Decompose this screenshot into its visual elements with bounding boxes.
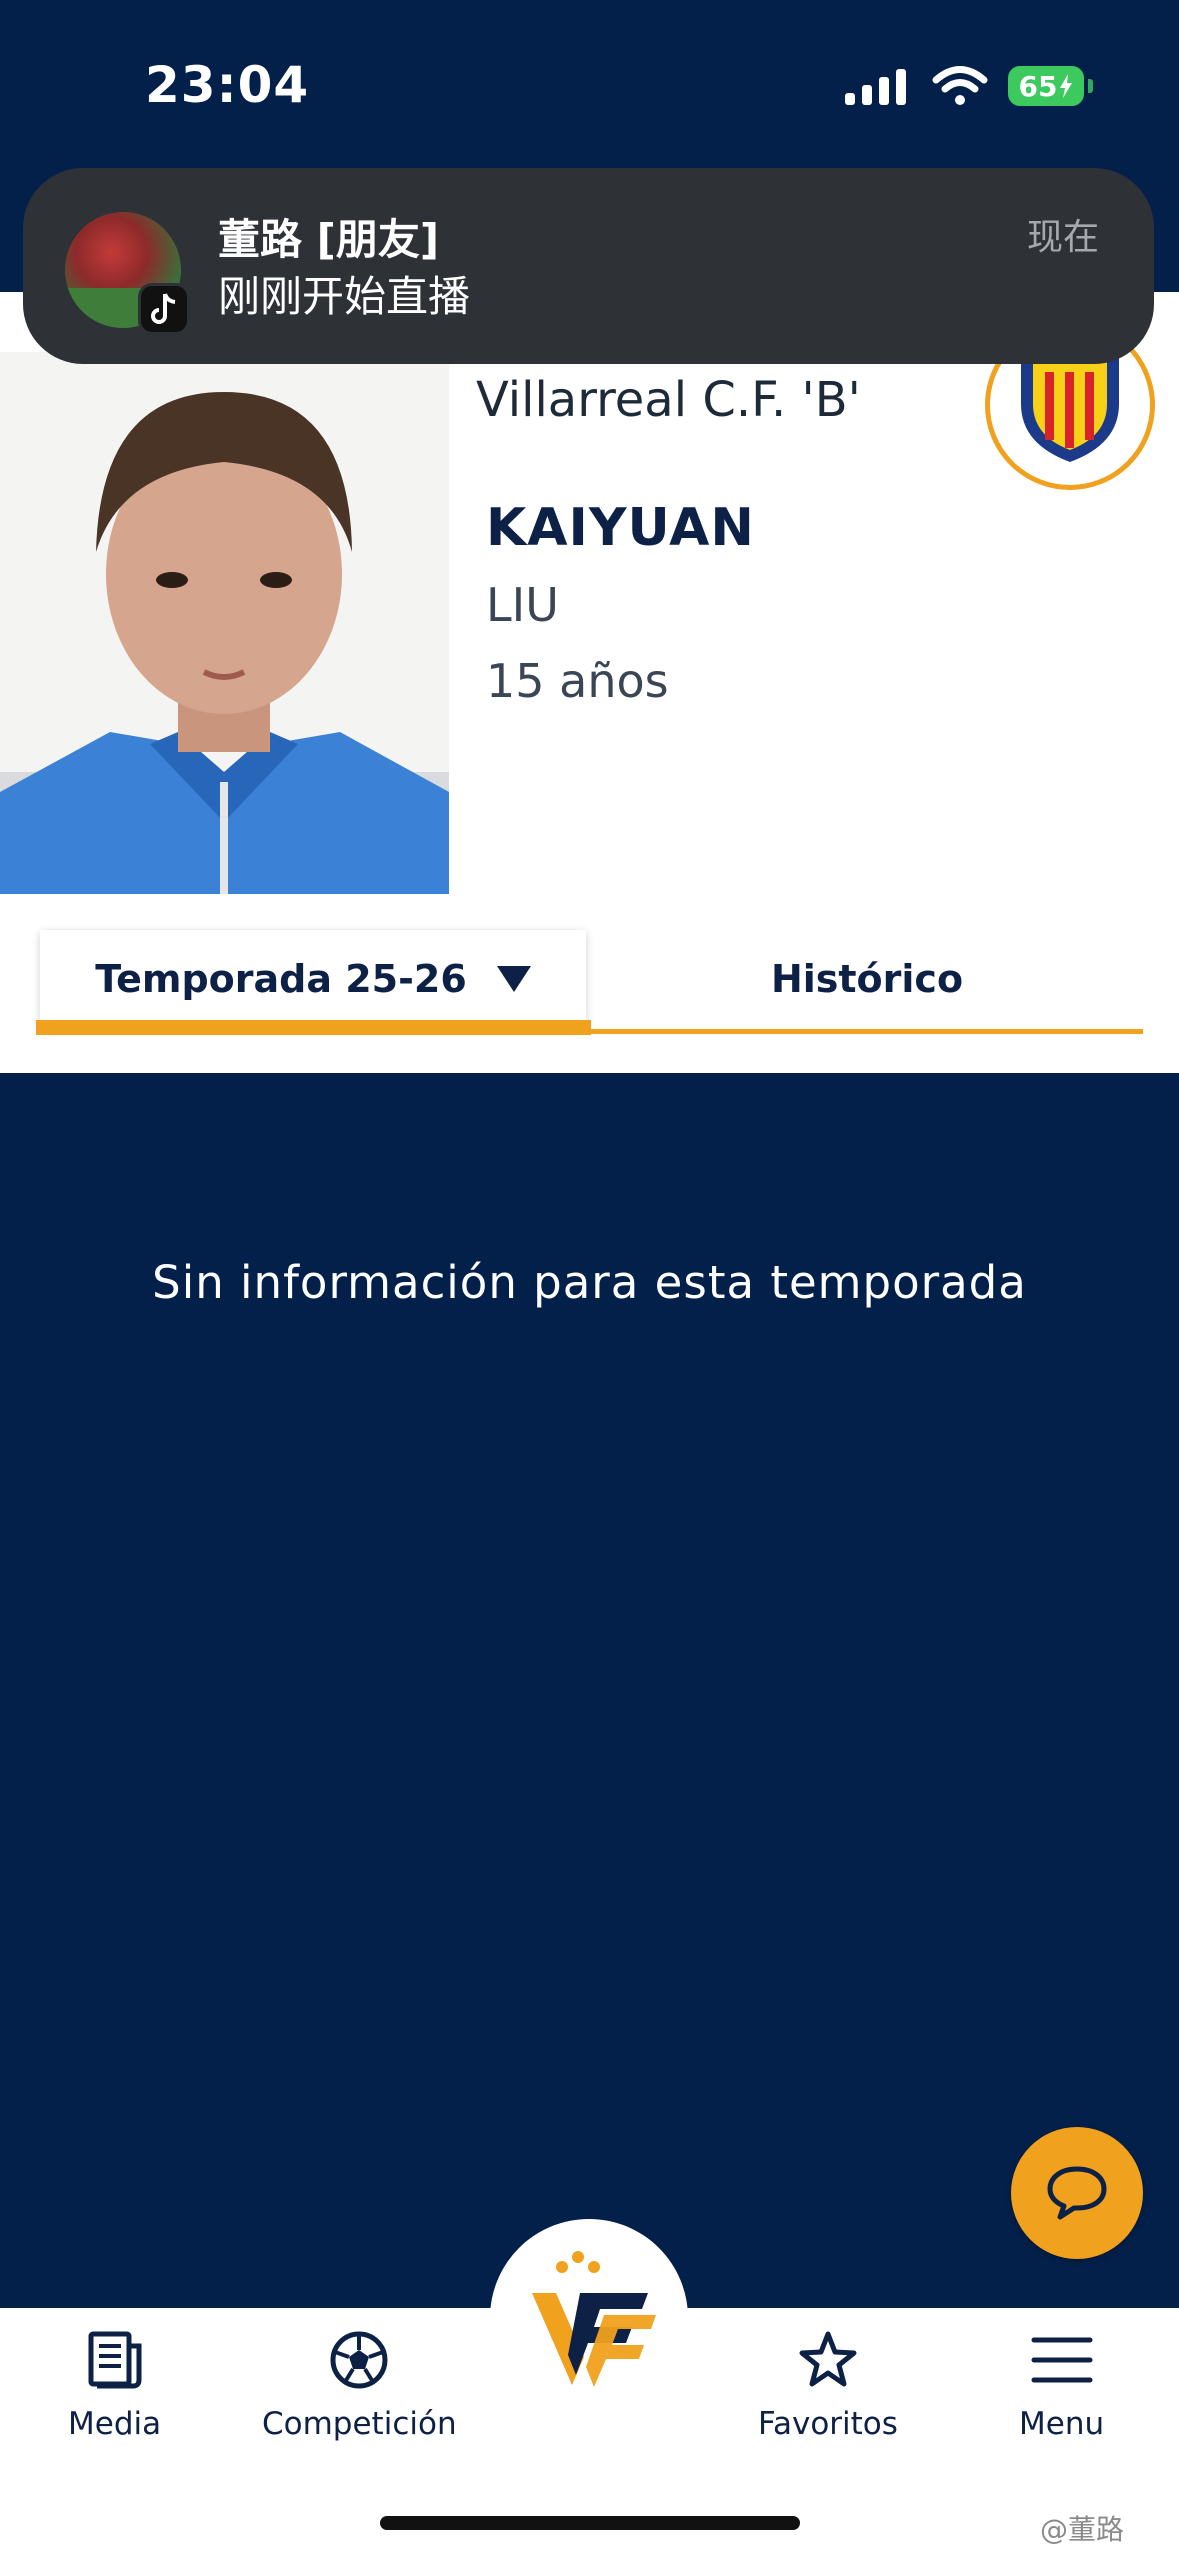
player-last-name: LIU [486,578,559,632]
tab-season-label: Temporada 25-26 [95,957,467,1001]
notification-banner[interactable]: 董路 [朋友] 刚刚开始直播 现在 [23,168,1154,364]
star-icon [799,2331,857,2387]
tiktok-icon [138,283,190,335]
player-age: 15 años [486,654,669,708]
status-icons: 65 [845,64,1093,108]
hamburger-icon [1031,2337,1093,2383]
battery-indicator: 65 [1008,66,1093,106]
status-time: 23:04 [145,56,310,114]
club-name: Villarreal C.F. 'B' [476,372,861,428]
tab-underline [591,1029,1143,1034]
battery-cap [1088,79,1093,93]
empty-state-message: Sin información para esta temporada [152,1256,1027,1309]
tab-season-selector[interactable]: Temporada 25-26 [40,930,586,1028]
watermark: @董路 [1040,2513,1125,2546]
nav-competicion-label: Competición [262,2406,457,2442]
battery-level: 65 [1018,69,1058,103]
rfef-logo-icon[interactable] [520,2245,660,2400]
chat-bubble-icon [1047,2166,1107,2220]
notification-body: 刚刚开始直播 [218,272,471,321]
charging-icon [1060,74,1073,98]
nav-menu[interactable]: Menu [1019,2328,1104,2442]
home-indicator[interactable] [380,2516,800,2530]
notification-title: 董路 [朋友] [218,215,440,264]
chat-button[interactable] [1011,2127,1143,2259]
cellular-signal-icon [845,67,906,105]
nav-media-label: Media [68,2406,162,2442]
player-photo [0,352,449,894]
player-first-name: KAIYUAN [486,498,755,558]
nav-menu-label: Menu [1019,2406,1105,2442]
newspaper-icon [88,2331,142,2389]
nav-competicion[interactable]: Competición [262,2328,457,2442]
wifi-icon [932,66,988,105]
nav-media[interactable]: Media [68,2328,161,2442]
dropdown-arrow-icon [496,966,531,992]
nav-favoritos[interactable]: Favoritos [758,2328,898,2442]
notification-time: 现在 [1026,217,1099,258]
nav-favoritos-label: Favoritos [758,2406,898,2442]
tab-active-indicator [36,1020,591,1035]
football-icon [330,2331,388,2389]
tab-history[interactable]: Histórico [590,930,1144,1028]
